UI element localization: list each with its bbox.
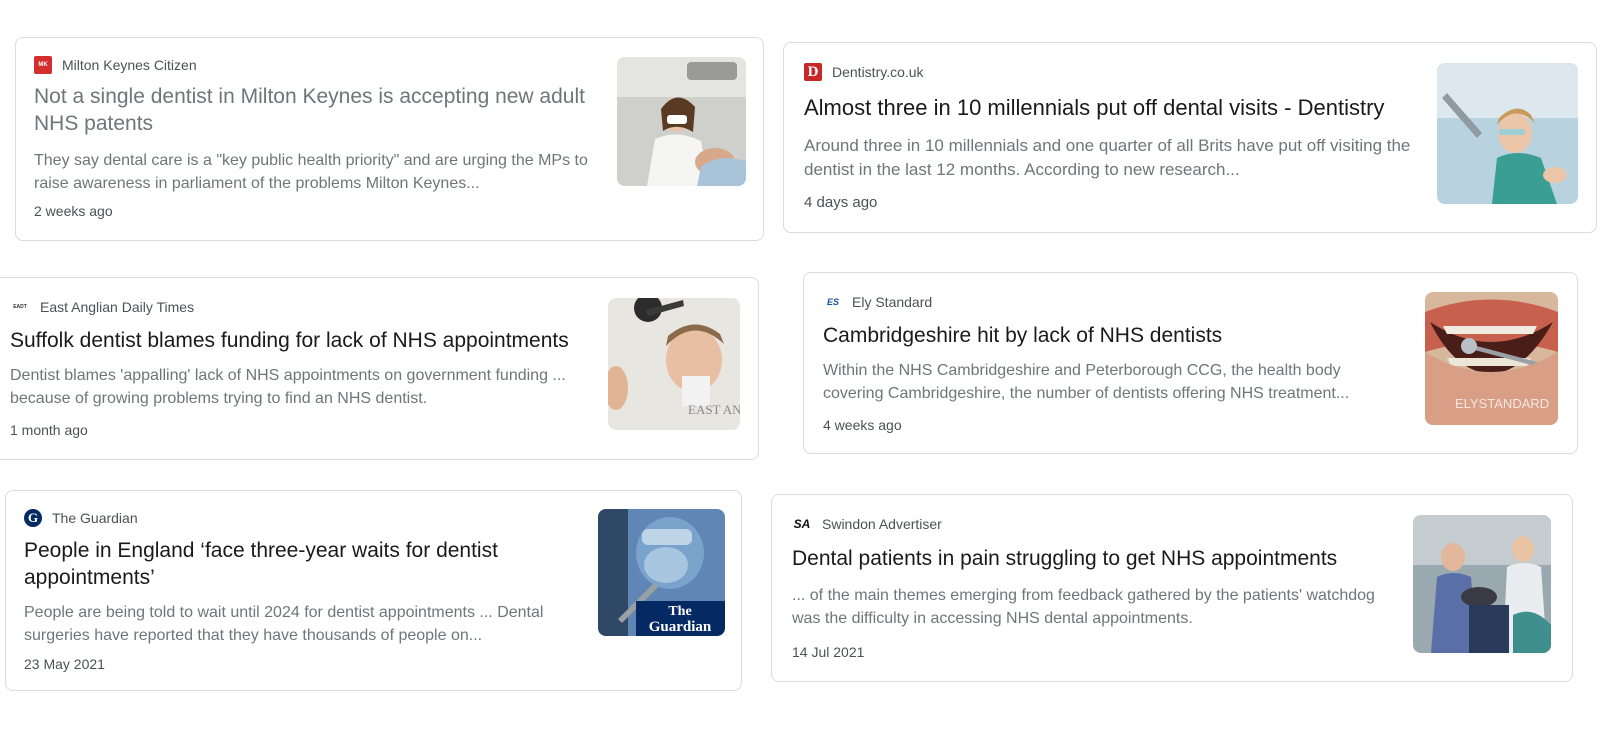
dentist-treating-patient-photo[interactable] bbox=[617, 57, 746, 186]
svg-text:Guardian: Guardian bbox=[649, 619, 712, 635]
source-name: Milton Keynes Citizen bbox=[62, 57, 197, 73]
news-source: MK Milton Keynes Citizen bbox=[34, 56, 197, 74]
news-source: D Dentistry.co.uk bbox=[804, 63, 924, 81]
image-watermark: ELYSTANDARD bbox=[1455, 396, 1549, 411]
dental-nurse-photo[interactable] bbox=[1437, 63, 1578, 204]
dentistry-logo-icon: D bbox=[804, 63, 822, 81]
news-source: G The Guardian bbox=[24, 509, 138, 527]
news-title[interactable]: Dental patients in pain struggling to ge… bbox=[792, 545, 1392, 572]
dental-surgery-photo[interactable] bbox=[1413, 515, 1551, 653]
source-name: Dentistry.co.uk bbox=[832, 64, 924, 80]
news-snippet: Around three in 10 millennials and one q… bbox=[804, 136, 1411, 179]
news-snippet: Dentist blames 'appalling' lack of NHS a… bbox=[10, 367, 566, 407]
east-anglian-daily-times-logo-icon: EADT bbox=[13, 304, 27, 310]
news-date: 14 Jul 2021 bbox=[792, 644, 865, 660]
news-date: 23 May 2021 bbox=[24, 656, 105, 672]
news-card-swindon-advertiser[interactable]: SA Swindon Advertiser Dental patients in… bbox=[771, 494, 1573, 682]
news-snippet: ... of the main themes emerging from fee… bbox=[792, 587, 1375, 627]
thumbnail-image bbox=[617, 57, 746, 186]
svg-text:The: The bbox=[668, 604, 691, 619]
news-title[interactable]: Cambridgeshire hit by lack of NHS dentis… bbox=[823, 322, 1393, 349]
source-name: The Guardian bbox=[52, 510, 138, 526]
news-date: 4 weeks ago bbox=[823, 417, 902, 433]
source-name: Ely Standard bbox=[852, 294, 933, 310]
news-title[interactable]: Suffolk dentist blames funding for lack … bbox=[10, 327, 600, 354]
thumbnail-image: ELYSTANDARD bbox=[1425, 292, 1558, 425]
news-date: 1 month ago bbox=[10, 422, 88, 438]
news-snippet: People are being told to wait until 2024… bbox=[24, 604, 544, 644]
news-snippet: They say dental care is a "key public he… bbox=[34, 152, 588, 192]
thumbnail-image bbox=[1413, 515, 1551, 653]
news-card-dentistry[interactable]: D Dentistry.co.uk Almost three in 10 mil… bbox=[783, 42, 1597, 233]
source-name: Swindon Advertiser bbox=[822, 516, 942, 532]
thumbnail-image bbox=[1437, 63, 1578, 204]
news-source: ES Ely Standard bbox=[824, 293, 932, 311]
image-watermark: EAST AN bbox=[688, 402, 740, 417]
news-card-milton-keynes[interactable]: MK Milton Keynes Citizen Not a single de… bbox=[15, 37, 764, 241]
news-source: EADT East Anglian Daily Times bbox=[10, 298, 194, 316]
thumbnail-image: EAST AN bbox=[608, 298, 740, 430]
news-date: 2 weeks ago bbox=[34, 203, 113, 219]
ely-standard-logo-icon: ES bbox=[826, 297, 839, 307]
news-title[interactable]: People in England ‘face three-year waits… bbox=[24, 537, 554, 591]
news-source: SA Swindon Advertiser bbox=[792, 515, 942, 533]
open-mouth-dental-mirror-photo[interactable]: ELYSTANDARD bbox=[1425, 292, 1558, 425]
source-name: East Anglian Daily Times bbox=[40, 299, 195, 315]
masked-dentist-photo[interactable]: The Guardian bbox=[598, 509, 725, 636]
news-title[interactable]: Not a single dentist in Milton Keynes is… bbox=[34, 83, 589, 137]
milton-keynes-citizen-logo-icon: MK bbox=[34, 56, 52, 74]
thumbnail-image: The Guardian bbox=[598, 509, 725, 636]
guardian-logo-icon: G bbox=[24, 509, 42, 527]
news-card-ely-standard[interactable]: ES Ely Standard Cambridgeshire hit by la… bbox=[803, 272, 1578, 454]
news-card-guardian[interactable]: G The Guardian People in England ‘face t… bbox=[5, 490, 742, 691]
swindon-advertiser-logo-icon: SA bbox=[793, 517, 811, 531]
dentist-with-lamp-photo[interactable]: EAST AN bbox=[608, 298, 740, 430]
news-title[interactable]: Almost three in 10 millennials put off d… bbox=[804, 94, 1414, 121]
news-snippet: Within the NHS Cambridgeshire and Peterb… bbox=[823, 362, 1350, 402]
news-card-east-anglian[interactable]: EADT East Anglian Daily Times Suffolk de… bbox=[0, 277, 759, 460]
news-date: 4 days ago bbox=[804, 194, 878, 211]
